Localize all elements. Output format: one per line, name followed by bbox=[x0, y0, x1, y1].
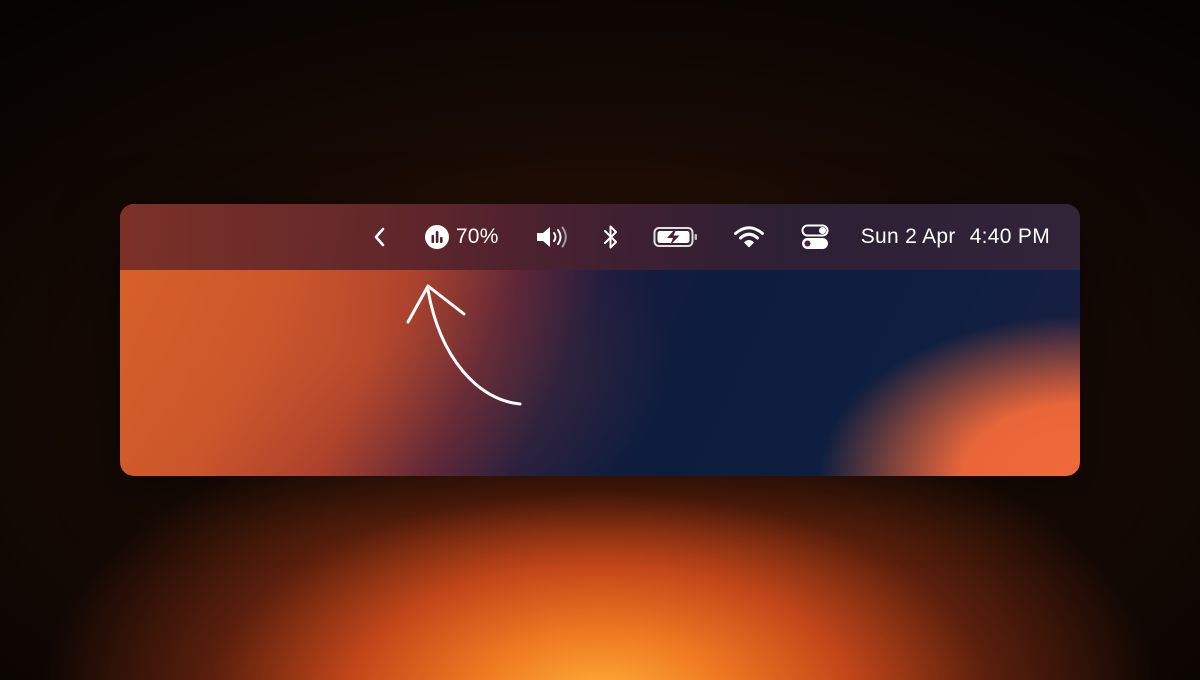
chevron-left-icon[interactable] bbox=[373, 217, 387, 257]
speaker-volume-icon[interactable] bbox=[535, 217, 571, 257]
control-center-toggle-icon[interactable] bbox=[801, 217, 829, 257]
bar-chart-circle-icon bbox=[424, 225, 449, 249]
menu-bar: 70% Sun 2 Apr 4:40 PM bbox=[120, 204, 1080, 270]
menubar-date[interactable]: Sun 2 Apr bbox=[861, 225, 956, 249]
menubar-time[interactable]: 4:40 PM bbox=[970, 225, 1050, 249]
wifi-icon[interactable] bbox=[733, 217, 765, 257]
hand-drawn-arrow-icon bbox=[406, 284, 522, 406]
bluetooth-icon[interactable] bbox=[603, 217, 619, 257]
desktop-window: 70% Sun 2 Apr 4:40 PM bbox=[120, 204, 1080, 476]
stats-menu-item[interactable]: 70% bbox=[424, 217, 499, 257]
battery-charging-icon[interactable] bbox=[653, 217, 699, 257]
stats-percentage: 70% bbox=[455, 225, 499, 248]
